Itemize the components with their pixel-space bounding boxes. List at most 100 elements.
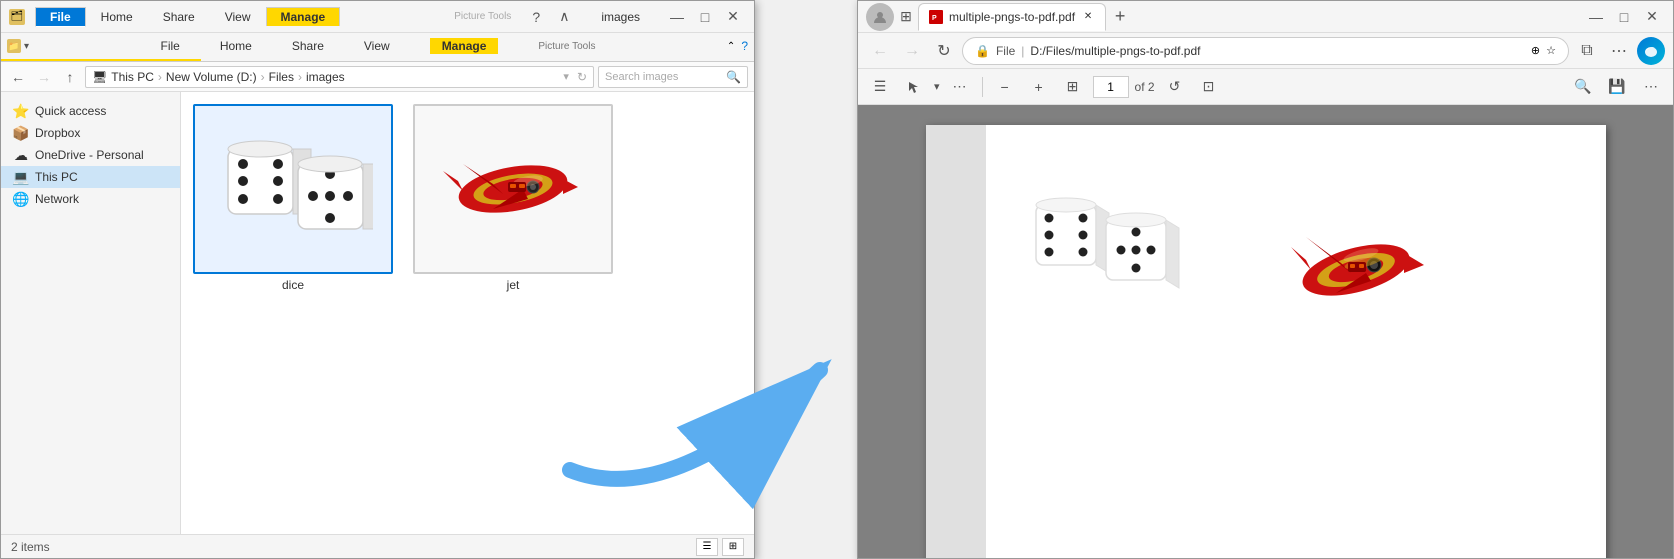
this-pc-icon: 💻	[13, 169, 29, 185]
pdf-fit-btn[interactable]: ⊞	[1059, 73, 1087, 101]
browser-split-tab-btn[interactable]: ⧉	[1573, 37, 1601, 65]
view-large-btn[interactable]: ⊞	[722, 538, 744, 556]
pdf-cursor-down[interactable]: ▾	[934, 80, 940, 93]
sidebar: ⭐ Quick access 📦 Dropbox ☁ OneDrive - Pe…	[1, 92, 181, 534]
ribbon-view-tab-label[interactable]: View	[364, 39, 390, 53]
sidebar-label-this-pc: This PC	[35, 170, 78, 184]
explorer-title-bar: 🗂 File Home Share View Manage Picture To…	[1, 1, 754, 33]
pdf-search-btn[interactable]: 🔍	[1569, 73, 1597, 101]
browser-new-tab-grid-btn[interactable]: ⊞	[898, 9, 914, 25]
picture-tools-label: Picture Tools	[454, 11, 511, 22]
status-items-count: 2 items	[11, 540, 50, 554]
browser-title-bar: ⊞ P multiple-pngs-to-pdf.pdf ✕ + — □ ✕	[858, 1, 1673, 33]
pdf-contents-btn[interactable]: ☰	[866, 73, 894, 101]
pdf-save-btn[interactable]: 💾	[1603, 73, 1631, 101]
address-scheme: File	[996, 44, 1015, 58]
ribbon-help-btn[interactable]: ?	[741, 39, 748, 53]
new-tab-btn[interactable]: +	[1108, 5, 1132, 29]
ribbon-up-arrow[interactable]: ⌃	[727, 41, 735, 52]
search-box[interactable]: Search images 🔍	[598, 66, 748, 88]
tab-close-btn[interactable]: ✕	[1081, 10, 1095, 24]
sidebar-label-onedrive: OneDrive - Personal	[35, 148, 144, 162]
sidebar-item-network[interactable]: 🌐 Network	[1, 188, 180, 210]
view-details-btn[interactable]: ☰	[696, 538, 718, 556]
browser-profile-btn[interactable]	[866, 3, 894, 31]
explorer-window: 🗂 File Home Share View Manage Picture To…	[0, 0, 755, 559]
list-item[interactable]: jet	[413, 104, 613, 292]
address-bookmark-icon[interactable]: ☆	[1546, 44, 1556, 57]
pdf-page-total: of 2	[1135, 80, 1155, 94]
browser-window: ⊞ P multiple-pngs-to-pdf.pdf ✕ + — □ ✕ ←…	[857, 0, 1674, 559]
file-thumb-jet[interactable]	[413, 104, 613, 274]
browser-back-btn[interactable]: ←	[866, 37, 894, 65]
sidebar-item-onedrive[interactable]: ☁ OneDrive - Personal	[1, 144, 180, 166]
list-item[interactable]: dice	[193, 104, 393, 292]
explorer-help-btn[interactable]: ?	[523, 7, 549, 27]
browser-minimize-btn[interactable]: —	[1583, 7, 1609, 27]
ribbon-manage-tab-label[interactable]: Manage	[430, 38, 499, 54]
ribbon-share-tab-label[interactable]: Share	[292, 39, 324, 53]
sidebar-label-network: Network	[35, 192, 79, 206]
file-grid: dice	[193, 104, 742, 292]
browser-refresh-btn[interactable]: ↻	[930, 37, 958, 65]
dropbox-icon: 📦	[13, 125, 29, 141]
quick-access-toolbar-icon1: 📁	[7, 39, 21, 53]
sidebar-item-quick-access[interactable]: ⭐ Quick access	[1, 100, 180, 122]
address-url: D:/Files/multiple-pngs-to-pdf.pdf	[1030, 44, 1524, 58]
pdf-page	[926, 125, 1606, 558]
ribbon-file-tab-label[interactable]: File	[161, 39, 180, 53]
browser-more-btn[interactable]: ⋯	[1605, 37, 1633, 65]
search-placeholder: Search images	[605, 71, 678, 83]
pdf-zoom-out-btn[interactable]: −	[991, 73, 1019, 101]
pdf-jet-group	[1276, 185, 1436, 338]
breadcrumb[interactable]: 🖥 This PC › New Volume (D:) › Files › im…	[85, 66, 594, 88]
pdf-zoom-in-btn[interactable]: +	[1025, 73, 1053, 101]
file-label-jet: jet	[507, 278, 520, 292]
explorer-title: images	[581, 10, 660, 24]
address-bar: ← → ↑ 🖥 This PC › New Volume (D:) › File…	[1, 62, 754, 92]
tab-share[interactable]: Share	[148, 7, 210, 26]
tab-view[interactable]: View	[210, 7, 266, 26]
pdf-dice-group	[1026, 175, 1206, 315]
pdf-content	[858, 105, 1673, 558]
file-thumb-dice[interactable]	[193, 104, 393, 274]
pdf-more-tools-btn[interactable]: ⋯	[946, 73, 974, 101]
browser-close-btn[interactable]: ✕	[1639, 7, 1665, 27]
pdf-divider-1	[982, 77, 983, 97]
browser-maximize-btn[interactable]: □	[1611, 7, 1637, 27]
ribbon-collapse-btn[interactable]: ∧	[551, 7, 577, 27]
address-bar-input[interactable]: 🔒 File | D:/Files/multiple-pngs-to-pdf.p…	[962, 37, 1569, 65]
up-btn[interactable]: ↑	[59, 66, 81, 88]
pdf-more-options-btn[interactable]: ⋯	[1637, 73, 1665, 101]
browser-tab-pdf[interactable]: P multiple-pngs-to-pdf.pdf ✕	[918, 3, 1106, 31]
sidebar-item-this-pc[interactable]: 💻 This PC	[1, 166, 180, 188]
title-bar-icons: 🗂	[9, 9, 25, 25]
explorer-minimize-btn[interactable]: —	[664, 7, 690, 27]
quick-access-down[interactable]: ▾	[24, 41, 29, 52]
back-btn[interactable]: ←	[7, 66, 29, 88]
pdf-next-page-btn[interactable]: ⊡	[1195, 73, 1223, 101]
pdf-cursor-btn[interactable]	[900, 73, 928, 101]
address-zoom-icon[interactable]: ⊕	[1531, 44, 1540, 57]
browser-forward-btn[interactable]: →	[898, 37, 926, 65]
file-label-dice: dice	[282, 278, 304, 292]
address-lock-icon: 🔒	[975, 44, 990, 58]
breadcrumb-icon: 🖥	[92, 70, 107, 84]
tab-manage[interactable]: Manage	[266, 7, 341, 26]
forward-btn[interactable]: →	[33, 66, 55, 88]
sidebar-label-quick-access: Quick access	[35, 104, 106, 118]
network-icon: 🌐	[13, 191, 29, 207]
pdf-prev-page-btn[interactable]: ↺	[1161, 73, 1189, 101]
pdf-page-input[interactable]	[1093, 76, 1129, 98]
sidebar-item-dropbox[interactable]: 📦 Dropbox	[1, 122, 180, 144]
tab-title: multiple-pngs-to-pdf.pdf	[949, 10, 1075, 24]
tab-home[interactable]: Home	[86, 7, 148, 26]
browser-tabs: P multiple-pngs-to-pdf.pdf ✕ +	[918, 3, 1579, 31]
pdf-left-panel	[926, 125, 986, 558]
refresh-btn[interactable]: ↻	[577, 70, 587, 84]
ribbon-home-tab-label[interactable]: Home	[220, 39, 252, 53]
explorer-maximize-btn[interactable]: □	[692, 7, 718, 27]
pdf-toolbar: ☰ ▾ ⋯ − + ⊞ of 2 ↺ ⊡ 🔍 💾 ⋯	[858, 69, 1673, 105]
explorer-close-btn[interactable]: ✕	[720, 7, 746, 27]
tab-file[interactable]: File	[35, 7, 86, 27]
